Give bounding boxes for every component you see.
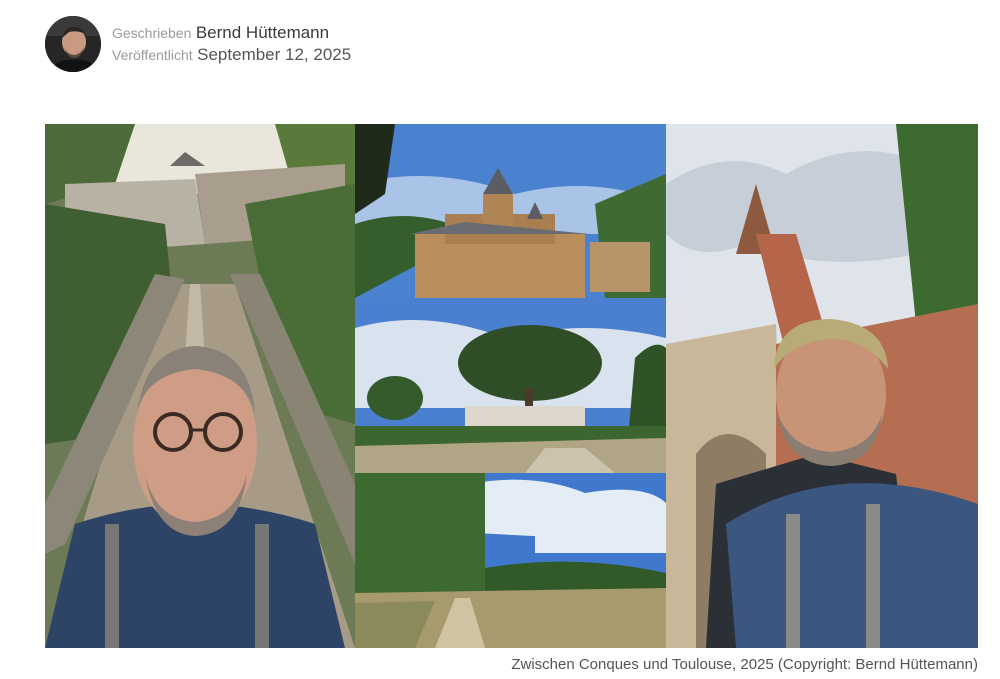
article-figure: Zwischen Conques und Toulouse, 2025 (Cop… bbox=[45, 124, 978, 673]
byline: Geschrieben Bernd Hüttemann Veröffentlic… bbox=[45, 16, 351, 72]
author-name[interactable]: Bernd Hüttemann bbox=[196, 23, 329, 42]
author-photo bbox=[45, 16, 101, 72]
photo-collage[interactable] bbox=[45, 124, 978, 648]
basilica-selfie-photo bbox=[666, 124, 978, 648]
publish-date: September 12, 2025 bbox=[197, 45, 352, 64]
umbrella-pine-photo bbox=[355, 298, 666, 473]
abbey-church-photo bbox=[355, 124, 666, 298]
date-row: Veröffentlicht September 12, 2025 bbox=[112, 44, 351, 66]
post-meta: Geschrieben Bernd Hüttemann Veröffentlic… bbox=[112, 22, 351, 66]
avatar[interactable] bbox=[45, 16, 101, 72]
bridge-selfie-photo bbox=[45, 124, 355, 648]
written-by-label: Geschrieben bbox=[112, 25, 192, 41]
country-path-photo bbox=[355, 473, 666, 648]
author-row: Geschrieben Bernd Hüttemann bbox=[112, 22, 351, 44]
figure-caption: Zwischen Conques und Toulouse, 2025 (Cop… bbox=[511, 656, 978, 673]
published-label: Veröffentlicht bbox=[112, 47, 193, 63]
